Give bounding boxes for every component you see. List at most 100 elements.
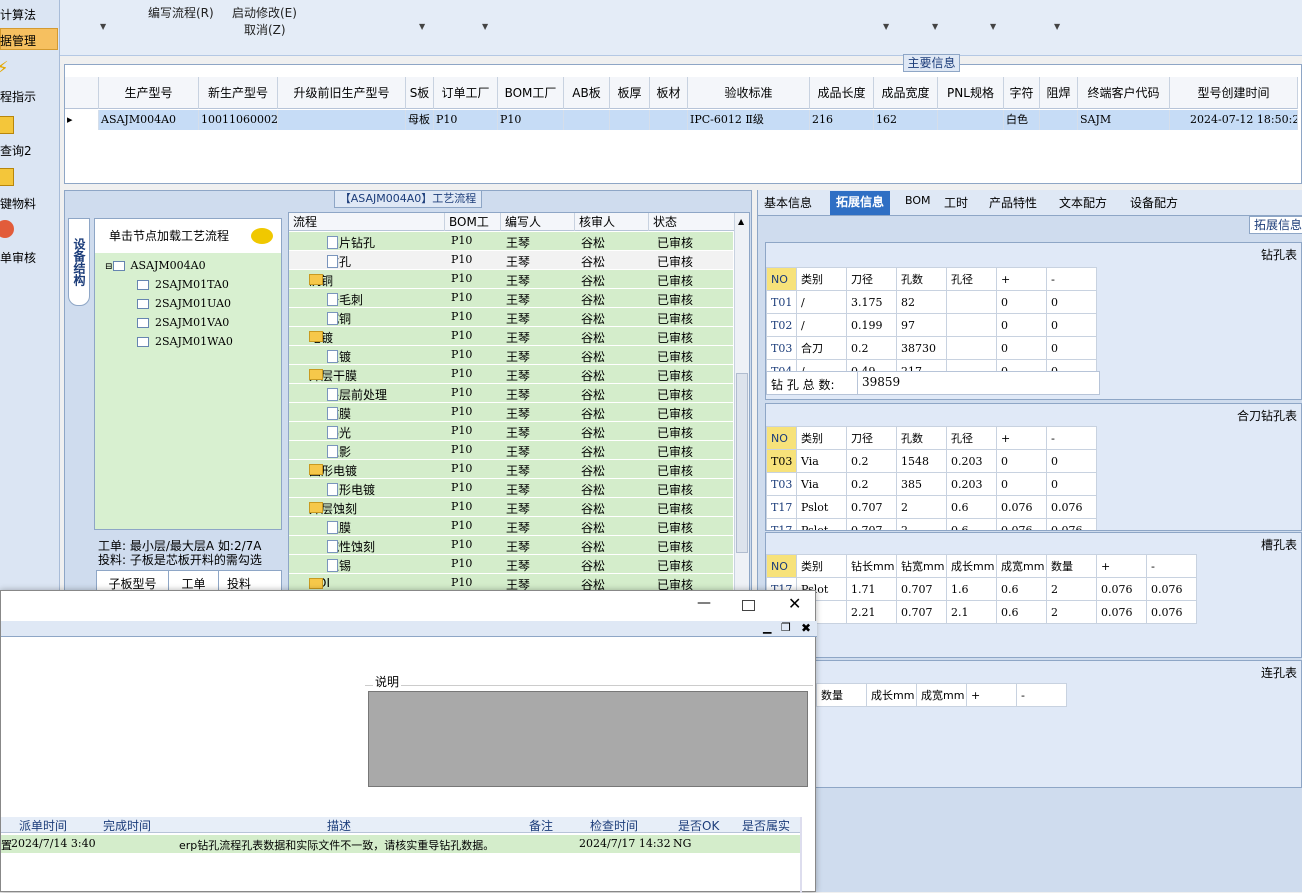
flow-row[interactable]: 外层蚀刻 P10 王琴 谷松 已审核 (289, 498, 733, 517)
main-cell[interactable]: 白色 (1004, 110, 1040, 130)
col-reviewer[interactable]: 核审人 (575, 213, 649, 231)
tab-bom[interactable]: BOM (905, 194, 931, 207)
tree-node[interactable]: 2SAJM01TA0 (137, 278, 229, 291)
main-col[interactable]: 板材 (650, 77, 688, 109)
close-icon[interactable]: ✖ (801, 621, 811, 635)
table-header-cell[interactable]: - (1046, 267, 1097, 291)
col-note[interactable]: 备注 (529, 817, 553, 834)
main-col[interactable]: S板 (406, 77, 434, 109)
main-col[interactable]: 订单工厂 (434, 77, 498, 109)
table-header-cell[interactable]: 类别 (796, 554, 847, 578)
main-info-row[interactable]: ▸ASAJM004A010011060002715母板P10P10IPC-601… (65, 110, 1298, 130)
table-header-cell[interactable]: 成宽mm (996, 554, 1047, 578)
desc-box[interactable] (368, 691, 808, 787)
flow-row[interactable]: 去毛刺 P10 王琴 谷松 已审核 (289, 289, 733, 308)
drill-total-value[interactable]: 39859 (857, 372, 1099, 394)
col-true[interactable]: 是否属实 (742, 817, 790, 834)
log-row[interactable]: 置 2024/7/14 3:40 erp钻孔流程孔表数据和实际文件不一致，请核实… (1, 835, 801, 853)
flow-row[interactable]: 图形电镀 P10 王琴 谷松 已审核 (289, 460, 733, 479)
flow-row[interactable]: 曝光 P10 王琴 谷松 已审核 (289, 422, 733, 441)
table-header-cell[interactable]: + (966, 683, 1017, 707)
chevron-down-icon[interactable]: ▼ (419, 22, 425, 31)
table-header-cell[interactable]: 类别 (796, 426, 847, 450)
table-row[interactable]: T17 Pslot 0.707 2 0.6 0.076 0.076 (766, 495, 1097, 519)
minimize-icon[interactable]: ▁ (763, 621, 771, 634)
table-row[interactable]: T02/0.199 97 0 0 (766, 313, 1097, 337)
tab-workorder[interactable]: 工单 (169, 571, 219, 591)
main-cell[interactable]: 母板 (406, 110, 434, 130)
flow-row[interactable]: 铝片钻孔 P10 王琴 谷松 已审核 (289, 232, 733, 251)
nav-item-6[interactable]: 单审核 (0, 249, 36, 266)
main-cell[interactable] (564, 110, 610, 130)
col-status[interactable]: 状态 (649, 213, 735, 231)
table-header-cell[interactable]: 数量 (816, 683, 867, 707)
flow-row[interactable]: 沉铜P10王琴谷松已审核 (289, 308, 733, 327)
nav-item-4[interactable]: 查询2 (0, 142, 32, 159)
tab-product[interactable]: 产品特性 (989, 194, 1037, 211)
main-cell[interactable]: SAJM (1078, 110, 1170, 130)
table-header-cell[interactable]: 孔径 (946, 426, 997, 450)
main-col[interactable]: 新生产型号 (199, 77, 278, 109)
flow-row[interactable]: 外层前处理 P10 王琴 谷松 已审核 (289, 384, 733, 403)
flow-row[interactable]: 电镀P10王琴谷松已审核 (289, 327, 733, 346)
table-header-cell[interactable]: + (1096, 554, 1147, 578)
tab-text-recipe[interactable]: 文本配方 (1059, 194, 1107, 211)
main-cell[interactable]: 10011060002715 (199, 110, 278, 130)
chevron-down-icon[interactable]: ▼ (990, 22, 996, 31)
table-row[interactable]: T03 Via 0.2 385 0.203 0 0 (766, 472, 1097, 496)
table-row[interactable]: T17 Pslot 0.707 2 0.6 0.076 0.076 (766, 518, 1097, 530)
main-cell[interactable]: 162 (874, 110, 938, 130)
main-col[interactable]: 字符 (1004, 77, 1040, 109)
table-row[interactable]: lot2.210.7072.10.620.0760.076 (766, 600, 1197, 624)
table-header-cell[interactable]: 钻宽mm (896, 554, 947, 578)
col-bom[interactable]: BOM工厂 (445, 213, 501, 247)
table-row[interactable]: T03 合刀 0.2 38730 0 0 (766, 336, 1097, 360)
table-header-cell[interactable]: 成宽mm (916, 683, 967, 707)
col-finish[interactable]: 完成时间 (103, 817, 151, 834)
main-col[interactable]: 型号创建时间 (1170, 77, 1298, 109)
start-modify-button[interactable]: 启动修改(E) (232, 4, 297, 21)
tab-sub-model[interactable]: 子板型号 (97, 571, 169, 591)
flow-row[interactable]: 碱性蚀刻 P10 王琴 谷松 已审核 (289, 536, 733, 555)
main-cell[interactable] (650, 110, 688, 130)
log-scrollbar[interactable] (800, 817, 802, 893)
flow-row[interactable]: 板镀 P10 王琴 谷松 已审核 (289, 346, 733, 365)
tree-root[interactable]: ⊟ ASAJM004A0 (105, 259, 206, 272)
main-cell[interactable]: P10 (434, 110, 498, 130)
main-col[interactable]: 板厚 (610, 77, 650, 109)
device-structure-tab[interactable]: 设备结构 (68, 218, 90, 306)
main-cell[interactable]: 2024-07-12 18:50:26 (1170, 110, 1298, 130)
flow-row[interactable]: 图形电镀 P10 王琴 谷松 已审核 (289, 479, 733, 498)
table-header-cell[interactable]: NO (766, 267, 797, 291)
tree-node[interactable]: 2SAJM01WA0 (137, 335, 233, 348)
chevron-down-icon[interactable]: ▼ (482, 22, 488, 31)
table-row[interactable]: T17 Pslot 1.71 0.707 1.6 0.6 2 0.076 0.076 (766, 577, 1197, 601)
tab-extended[interactable]: 拓展信息 (830, 191, 891, 215)
table-header-cell[interactable]: 孔径 (946, 267, 997, 291)
flow-row[interactable]: 显影 P10 王琴 谷松 已审核 (289, 441, 733, 460)
close-icon[interactable]: ✕ (788, 594, 801, 613)
main-cell[interactable] (610, 110, 650, 130)
tab-basic[interactable]: 基本信息 (764, 194, 812, 211)
tab-device-recipe[interactable]: 设备配方 (1130, 194, 1178, 211)
col-dispatch[interactable]: 派单时间 (19, 817, 67, 834)
main-col[interactable]: 成品长度 (810, 77, 874, 109)
tab-feed[interactable]: 投料 (219, 571, 259, 591)
flow-row[interactable]: 退膜 P10 王琴 谷松 已审核 (289, 517, 733, 536)
table-row[interactable]: T01/3.175 82 0 0 (766, 290, 1097, 314)
table-header-cell[interactable]: 数量 (1046, 554, 1097, 578)
nav-item-5[interactable]: 键物料 (0, 195, 36, 212)
table-header-cell[interactable]: NO (766, 554, 797, 578)
scroll-up-icon[interactable]: ▲ (738, 217, 744, 226)
flow-row[interactable]: 外层干膜 P10 王琴 谷松 已审核 (289, 365, 733, 384)
main-cell[interactable]: P10 (498, 110, 564, 130)
col-ok[interactable]: 是否OK (678, 817, 719, 834)
table-header-cell[interactable]: + (996, 267, 1047, 291)
main-col[interactable]: 阻焊 (1040, 77, 1078, 109)
main-col[interactable]: 验收标准 (688, 77, 810, 109)
col-flow[interactable]: 流程 (289, 213, 445, 231)
table-header-cell[interactable]: + (996, 426, 1047, 450)
table-header-cell[interactable]: 类别 (796, 267, 847, 291)
nav-item-2[interactable]: 据管理 (0, 32, 36, 49)
scroll-thumb[interactable] (736, 373, 748, 553)
